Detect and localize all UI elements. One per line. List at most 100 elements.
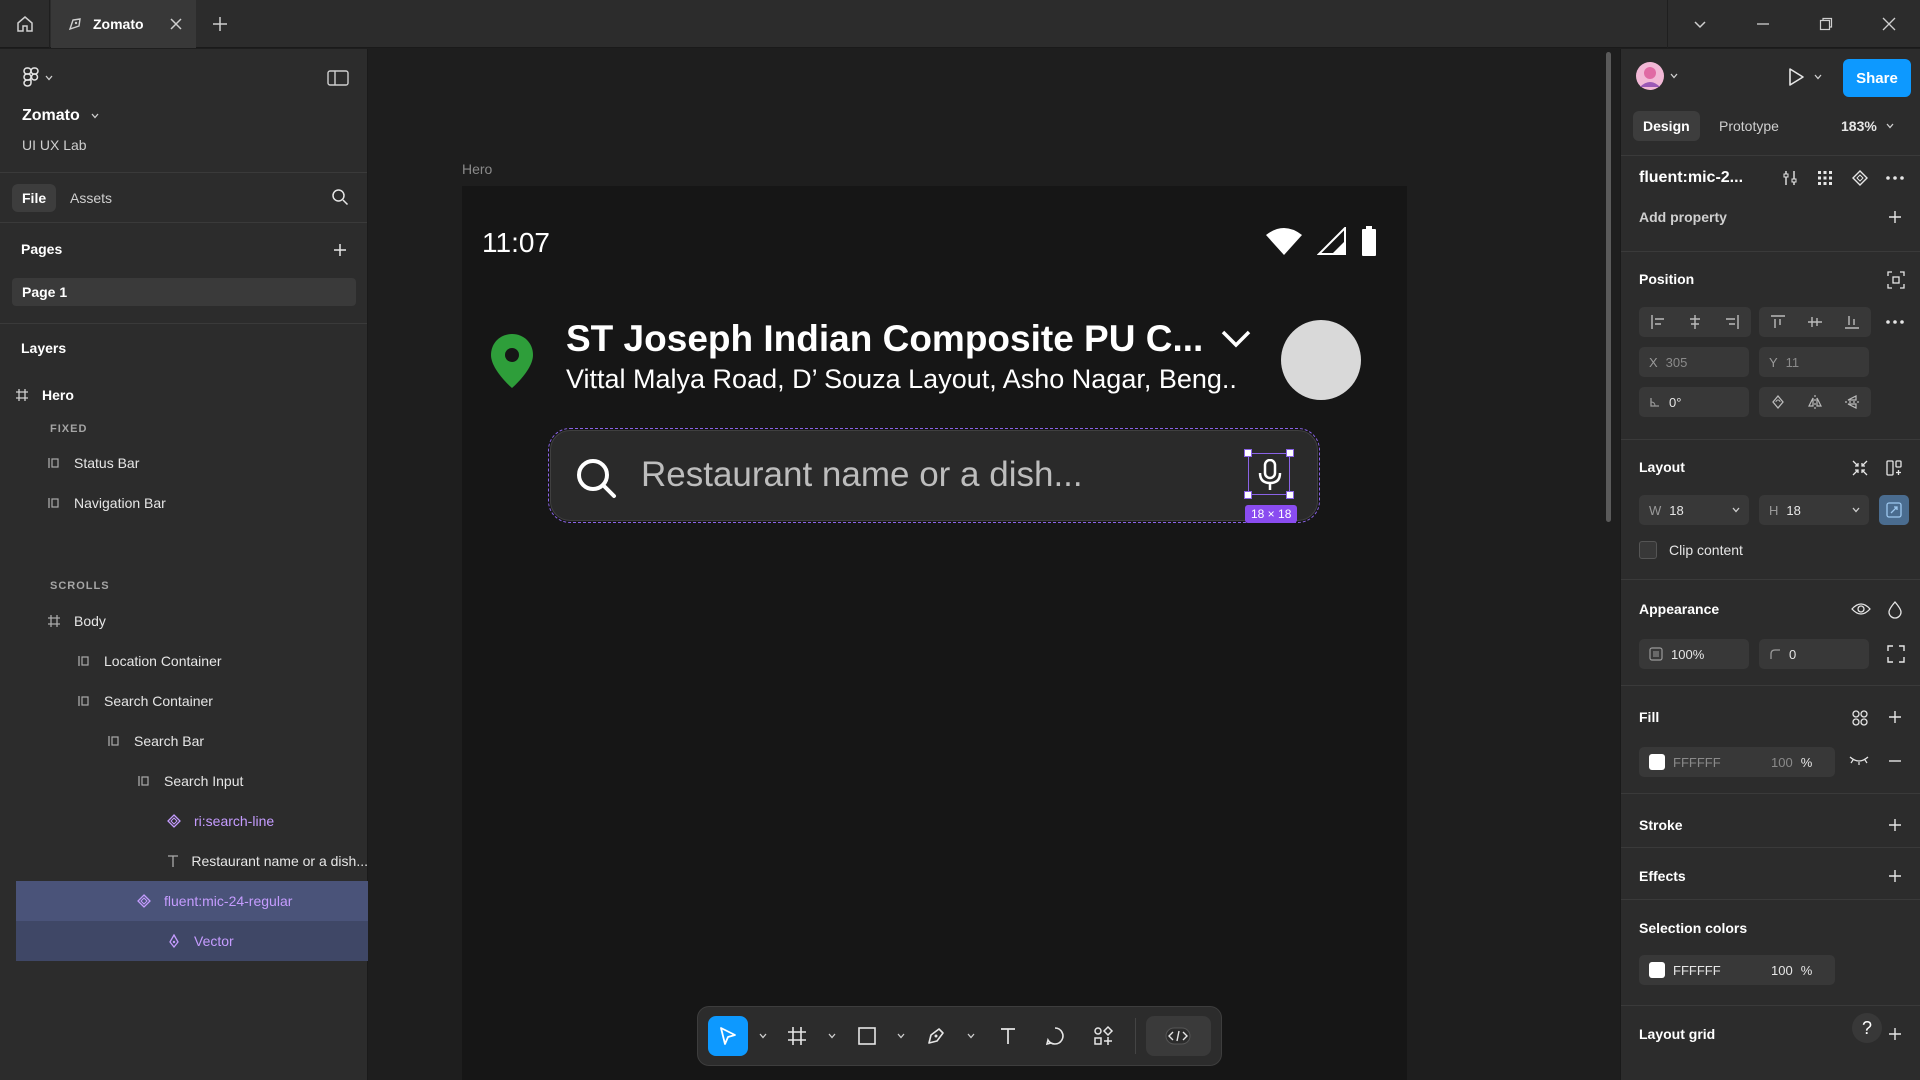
resize-handle[interactable] [1286, 491, 1294, 499]
add-property-button[interactable] [1887, 209, 1903, 225]
page-item-page-1[interactable]: Page 1 [12, 278, 356, 306]
align-center-h-button[interactable] [1687, 314, 1703, 330]
opacity-field[interactable]: 100% [1639, 639, 1749, 669]
restore-button[interactable] [1794, 0, 1857, 48]
frame-tool-dropdown[interactable] [821, 1016, 843, 1056]
fill-styles-button[interactable] [1851, 709, 1869, 727]
tab-file[interactable]: File [12, 184, 57, 212]
hide-fill-button[interactable] [1849, 753, 1869, 767]
fill-swatch[interactable] [1649, 754, 1665, 770]
file-name[interactable]: Zomato [22, 107, 100, 125]
shape-tool-dropdown[interactable] [891, 1016, 913, 1056]
pen-tool-dropdown[interactable] [960, 1016, 982, 1056]
align-left-button[interactable] [1650, 314, 1666, 330]
resize-handle[interactable] [1286, 449, 1294, 457]
tab-design[interactable]: Design [1633, 111, 1700, 141]
add-page-button[interactable] [331, 241, 349, 259]
layer-status-bar[interactable]: Status Bar [44, 443, 396, 483]
position-title: Position [1639, 271, 1695, 287]
new-tab-button[interactable] [208, 12, 232, 36]
tab-prototype[interactable]: Prototype [1711, 111, 1787, 141]
file-tab[interactable]: Zomato [51, 0, 196, 48]
selection-color-field[interactable]: FFFFFF 100 % [1639, 955, 1835, 985]
layer-text-placeholder[interactable]: Restaurant name or a dish... [164, 841, 368, 881]
resize-handle[interactable] [1244, 491, 1252, 499]
move-tool-button[interactable] [708, 1016, 748, 1056]
width-field[interactable]: W 18 [1639, 495, 1749, 525]
search-layers-button[interactable] [331, 188, 349, 206]
clip-content-checkbox[interactable] [1639, 541, 1657, 559]
toggle-sidebar-button[interactable] [327, 69, 349, 87]
more-options-button[interactable] [1885, 169, 1905, 187]
frame-label[interactable]: Hero [462, 161, 492, 177]
flip-vertical-button[interactable] [1844, 394, 1860, 410]
close-window-button[interactable] [1857, 0, 1920, 48]
layer-vector[interactable]: Vector [16, 921, 368, 961]
add-fill-button[interactable] [1887, 709, 1903, 725]
position-focus-button[interactable] [1887, 271, 1905, 289]
auto-layout-button[interactable] [1885, 459, 1903, 477]
tab-assets[interactable]: Assets [70, 184, 112, 212]
grid-view-button[interactable] [1816, 169, 1834, 187]
add-stroke-button[interactable] [1887, 817, 1903, 833]
pen-tool-button[interactable] [916, 1016, 956, 1056]
constrain-proportions-button[interactable] [1879, 495, 1909, 525]
align-right-button[interactable] [1724, 314, 1740, 330]
search-bar[interactable]: Restaurant name or a dish... 18 × 18 [548, 428, 1320, 523]
selected-layer-name[interactable]: fluent:mic-2... [1639, 169, 1743, 187]
remove-fill-button[interactable] [1887, 753, 1903, 769]
text-tool-button[interactable] [986, 1016, 1030, 1056]
dev-mode-toggle[interactable] [1145, 1016, 1211, 1056]
rectangle-tool-button[interactable] [847, 1016, 887, 1056]
align-middle-icon [1807, 317, 1822, 327]
hero-frame[interactable]: 11:07 ST Joseph Indian Composite PU C...… [462, 186, 1407, 1080]
location-title[interactable]: ST Joseph Indian Composite PU C... [566, 318, 1251, 360]
fill-color-field[interactable]: FFFFFF 100 % [1639, 747, 1835, 777]
add-layout-grid-button[interactable] [1887, 1026, 1903, 1042]
zoom-dropdown[interactable]: 183% [1841, 111, 1895, 141]
layer-body[interactable]: Body [44, 601, 396, 641]
more-align-button[interactable] [1885, 313, 1905, 331]
rotate-button[interactable] [1770, 394, 1786, 410]
selection-swatch[interactable] [1649, 962, 1665, 978]
dimension-badge: 18 × 18 [1245, 505, 1298, 523]
comment-tool-button[interactable] [1033, 1016, 1077, 1056]
main-menu-button[interactable] [22, 67, 54, 89]
resize-handle[interactable] [1244, 449, 1252, 457]
rotation-field[interactable]: 0° [1639, 387, 1749, 417]
blend-mode-button[interactable] [1887, 601, 1903, 619]
layer-hero[interactable]: Hero [12, 375, 364, 415]
help-button[interactable]: ? [1852, 1013, 1882, 1043]
tabs-dropdown-button[interactable] [1668, 0, 1731, 48]
individual-corners-button[interactable] [1887, 645, 1905, 663]
present-button[interactable] [1787, 67, 1823, 87]
move-tool-dropdown[interactable] [752, 1016, 774, 1056]
user-avatar-button[interactable] [1635, 61, 1679, 91]
y-field[interactable]: Y 11 [1759, 347, 1869, 377]
align-bottom-button[interactable] [1844, 314, 1860, 330]
mic-selection[interactable] [1244, 449, 1294, 499]
layer-mic-24-regular[interactable]: fluent:mic-24-regular [16, 881, 368, 921]
component-properties-button[interactable] [1781, 169, 1799, 187]
canvas-scrollbar[interactable] [1606, 52, 1611, 522]
close-tab-button[interactable] [170, 18, 182, 30]
frame-tool-button[interactable] [777, 1016, 817, 1056]
toggle-visibility-button[interactable] [1851, 601, 1871, 617]
minimize-button[interactable] [1731, 0, 1794, 48]
height-field[interactable]: H 18 [1759, 495, 1869, 525]
profile-avatar[interactable] [1281, 320, 1361, 400]
add-effect-button[interactable] [1887, 868, 1903, 884]
align-top-button[interactable] [1770, 314, 1786, 330]
flip-horizontal-button[interactable] [1807, 394, 1823, 410]
share-button[interactable]: Share [1843, 59, 1911, 97]
resize-to-fit-button[interactable] [1851, 459, 1869, 477]
corner-radius-field[interactable]: 0 [1759, 639, 1869, 669]
home-button[interactable] [0, 0, 50, 48]
layer-navigation-bar[interactable]: Navigation Bar [44, 483, 396, 523]
resources-tool-button[interactable] [1081, 1016, 1125, 1056]
x-field[interactable]: X 305 [1639, 347, 1749, 377]
team-name[interactable]: UI UX Lab [22, 137, 87, 153]
go-to-main-component-button[interactable] [1851, 169, 1869, 187]
align-middle-button[interactable] [1807, 314, 1823, 330]
design-canvas[interactable]: Hero 11:07 ST Joseph Indian Composite PU… [369, 49, 1619, 1080]
